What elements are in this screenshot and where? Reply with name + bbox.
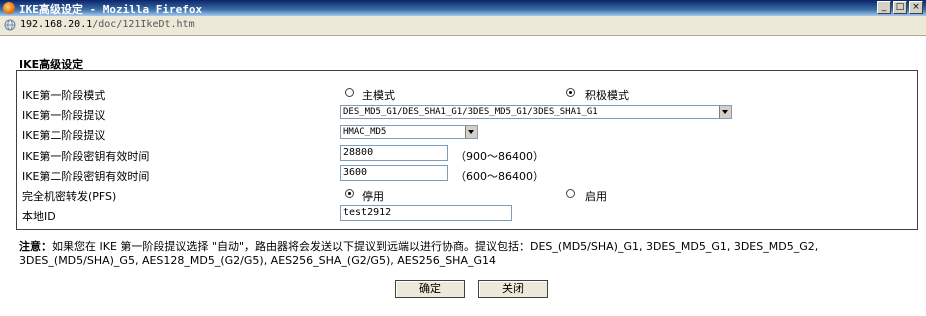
close-button[interactable]: 关闭 [478,280,548,298]
pfs-enable-radio[interactable] [566,189,575,198]
phase2-lifetime-range: （600～86400） [455,170,544,183]
local-id-label: 本地ID [22,210,56,223]
phase2-proposal-value: HMAC_MD5 [343,127,387,137]
firefox-icon [3,2,15,14]
pfs-label: 完全机密转发(PFS) [22,190,117,203]
mode-main-label: 主模式 [362,89,395,102]
close-window-button[interactable]: × [909,1,923,14]
note-prefix: 注意： [19,240,52,253]
pfs-disable-label: 停用 [362,190,384,203]
window-titlebar: IKE高级设定 - Mozilla Firefox _ □ × [0,0,926,16]
mode-aggressive-label: 积极模式 [585,89,629,102]
phase1-lifetime-label: IKE第一阶段密钥有效时间 [22,150,150,163]
url-path: /doc/121IkeDt.htm [92,19,195,30]
phase2-proposal-label: IKE第二阶段提议 [22,129,106,142]
phase1-lifetime-input[interactable]: 28800 [340,145,448,161]
window-title: IKE高级设定 - Mozilla Firefox [19,3,203,16]
maximize-button[interactable]: □ [893,1,907,14]
chevron-down-icon [465,126,477,138]
address-bar: 192.168.20.1/doc/121IkeDt.htm [0,16,926,36]
mode-main-radio[interactable] [345,88,354,97]
chevron-down-icon [719,106,731,118]
url-text[interactable]: 192.168.20.1/doc/121IkeDt.htm [20,19,195,30]
url-host: 192.168.20.1 [20,19,93,30]
pfs-enable-label: 启用 [585,190,607,203]
minimize-button[interactable]: _ [877,1,891,14]
phase1-proposal-value: DES_MD5_G1/DES_SHA1_G1/3DES_MD5_G1/3DES_… [343,107,598,117]
window-controls: _ □ × [877,1,923,14]
phase2-lifetime-input[interactable]: 3600 [340,165,448,181]
ok-button[interactable]: 确定 [395,280,465,298]
phase1-proposal-select[interactable]: DES_MD5_G1/DES_SHA1_G1/3DES_MD5_G1/3DES_… [340,105,732,119]
phase2-lifetime-label: IKE第二阶段密钥有效时间 [22,170,150,183]
phase1-lifetime-range: （900～86400） [455,150,544,163]
note-text: 注意：如果您在 IKE 第一阶段提议选择 "自动"，路由器将会发送以下提议到远端… [19,240,909,268]
phase1-proposal-label: IKE第一阶段提议 [22,109,106,122]
note-body: 如果您在 IKE 第一阶段提议选择 "自动"，路由器将会发送以下提议到远端以进行… [19,240,819,267]
globe-icon [4,19,16,31]
mode-aggressive-radio[interactable] [566,88,575,97]
local-id-input[interactable]: test2912 [340,205,512,221]
mode-label: IKE第一阶段模式 [22,89,106,102]
pfs-disable-radio[interactable] [345,189,354,198]
phase2-proposal-select[interactable]: HMAC_MD5 [340,125,478,139]
